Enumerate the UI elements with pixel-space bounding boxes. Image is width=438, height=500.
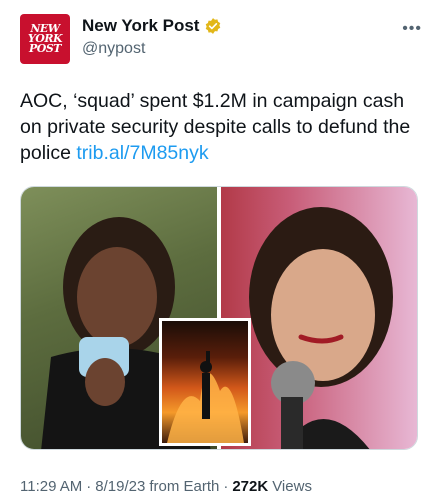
- author-display-name[interactable]: New York Post: [82, 16, 199, 36]
- avatar-text-line: POST: [29, 42, 61, 55]
- author-handle[interactable]: @nypost: [82, 40, 145, 58]
- inset-photo-fire: [159, 318, 251, 446]
- tweet-date[interactable]: 8/19/23: [95, 478, 145, 495]
- more-options-icon[interactable]: •••: [402, 20, 422, 38]
- tweet-source: from Earth: [149, 478, 220, 495]
- views-label: Views: [272, 478, 312, 495]
- avatar[interactable]: NEW YORK POST: [20, 14, 70, 64]
- name-row: New York Post: [82, 16, 222, 36]
- tweet-link[interactable]: trib.al/7M85nyk: [76, 142, 208, 164]
- meta-separator: ·: [223, 478, 229, 495]
- tweet-meta: 11:29 AM · 8/19/23 from Earth · 272K Vie…: [20, 478, 312, 495]
- tweet-time[interactable]: 11:29 AM: [20, 478, 82, 495]
- views-count[interactable]: 272K: [232, 478, 268, 495]
- tweet-media[interactable]: [20, 186, 418, 450]
- verified-badge-icon: [206, 18, 221, 34]
- fire-scene-illustration: [167, 351, 244, 443]
- tweet-text: AOC, ‘squad’ spent $1.2M in campaign cas…: [20, 88, 420, 166]
- tweet-header: NEW YORK POST New York Post @nypost •••: [20, 14, 422, 68]
- meta-separator: ·: [86, 478, 92, 495]
